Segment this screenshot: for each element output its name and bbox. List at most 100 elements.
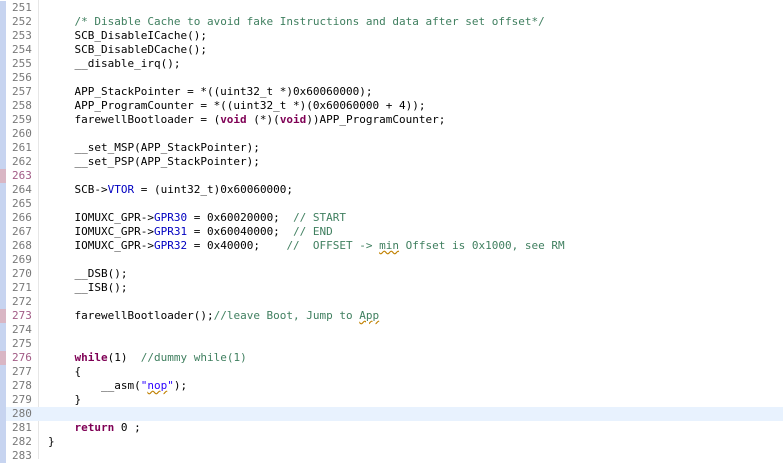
line-number: 271 (12, 281, 32, 294)
line-code[interactable]: } (48, 435, 55, 449)
code-line[interactable]: 274 (0, 323, 783, 337)
code-line[interactable]: 273 farewellBootloader();//leave Boot, J… (0, 309, 783, 323)
code-token: IOMUXC_GPR-> (48, 225, 154, 238)
code-line[interactable]: 262 __set_PSP(APP_StackPointer); (0, 155, 783, 169)
line-code[interactable]: __ISB(); (48, 281, 127, 295)
code-line[interactable]: 257 APP_StackPointer = *((uint32_t *)0x6… (0, 85, 783, 99)
code-line[interactable]: 266 IOMUXC_GPR->GPR30 = 0x60020000; // S… (0, 211, 783, 225)
code-token: SCB_DisableICache(); (48, 29, 207, 42)
code-line[interactable]: 261 __set_MSP(APP_StackPointer); (0, 141, 783, 155)
comment-token: Offset is 0x1000, see RM (399, 239, 565, 252)
line-code[interactable]: IOMUXC_GPR->GPR32 = 0x40000; // OFFSET -… (48, 239, 565, 253)
line-number: 283 (12, 449, 32, 462)
line-code[interactable]: __disable_irq(); (48, 57, 180, 71)
line-number: 277 (12, 365, 32, 378)
code-line[interactable]: 269 (0, 253, 783, 267)
code-token: } (48, 435, 55, 448)
change-marker (0, 267, 6, 281)
code-token: IOMUXC_GPR-> (48, 211, 154, 224)
code-line[interactable]: 259 farewellBootloader = (void (*)(void)… (0, 113, 783, 127)
keyword-token: void (220, 113, 247, 126)
code-line[interactable]: 258 APP_ProgramCounter = *((uint32_t *)(… (0, 99, 783, 113)
code-line[interactable]: 271 __ISB(); (0, 281, 783, 295)
line-number: 273 (12, 309, 32, 322)
member-token: VTOR (107, 183, 135, 196)
code-line[interactable]: 280 (0, 407, 783, 421)
change-marker (0, 113, 6, 127)
code-line[interactable]: 279 } (0, 393, 783, 407)
line-number: 262 (12, 155, 32, 168)
line-number: 261 (12, 141, 32, 154)
code-line[interactable]: 281 return 0 ; (0, 421, 783, 435)
change-marker (0, 225, 6, 239)
code-token: (*)( (246, 113, 280, 126)
code-editor[interactable]: 251 252 /* Disable Cache to avoid fake In… (0, 0, 783, 463)
code-line[interactable]: 264 SCB->VTOR = (uint32_t)0x60060000; (0, 183, 783, 197)
comment-token: //leave Boot, Jump to (213, 309, 360, 322)
line-code[interactable]: SCB_DisableDCache(); (48, 43, 207, 57)
misspelled-word: nop (147, 379, 168, 392)
line-code[interactable]: /* Disable Cache to avoid fake Instructi… (48, 15, 545, 29)
line-code[interactable]: { (48, 365, 81, 379)
line-code[interactable]: APP_ProgramCounter = *((uint32_t *)(0x60… (48, 99, 425, 113)
code-line[interactable]: 283 (0, 449, 783, 463)
code-line[interactable]: 253 SCB_DisableICache(); (0, 29, 783, 43)
code-line[interactable]: 263 (0, 169, 783, 183)
line-code[interactable]: } (48, 393, 81, 407)
code-line[interactable]: 278 __asm("nop"); (0, 379, 783, 393)
line-code[interactable]: SCB->VTOR = (uint32_t)0x60060000; (48, 183, 293, 197)
line-number: 281 (12, 421, 32, 434)
line-number: 259 (12, 113, 32, 126)
code-line[interactable]: 270 __DSB(); (0, 267, 783, 281)
line-number: 265 (12, 197, 32, 210)
code-line[interactable]: 276 while(1) //dummy while(1) (0, 351, 783, 365)
code-token: __set_PSP(APP_StackPointer); (48, 155, 260, 168)
code-line[interactable]: 260 (0, 127, 783, 141)
code-token: SCB_DisableDCache(); (48, 43, 207, 56)
code-line[interactable]: 252 /* Disable Cache to avoid fake Instr… (0, 15, 783, 29)
line-number: 279 (12, 393, 32, 406)
comment-token: //dummy while(1) (140, 351, 247, 364)
line-code[interactable]: __asm("nop"); (48, 379, 187, 393)
code-token: ); (173, 379, 188, 392)
line-number: 264 (12, 183, 32, 196)
code-line[interactable]: 272 (0, 295, 783, 309)
line-code[interactable]: farewellBootloader = (void (*)(void))APP… (48, 113, 445, 127)
change-marker (0, 85, 6, 99)
code-line[interactable]: 282} (0, 435, 783, 449)
code-line[interactable]: 268 IOMUXC_GPR->GPR32 = 0x40000; // OFFS… (0, 239, 783, 253)
change-marker (0, 57, 6, 71)
comment-token: // START (293, 211, 347, 224)
line-code[interactable]: SCB_DisableICache(); (48, 29, 207, 43)
line-code[interactable]: APP_StackPointer = *((uint32_t *)0x60060… (48, 85, 372, 99)
change-marker (0, 281, 6, 295)
keyword-token: while (74, 351, 108, 364)
change-marker (0, 449, 6, 463)
line-code[interactable]: __set_PSP(APP_StackPointer); (48, 155, 260, 169)
line-number: 252 (12, 15, 32, 28)
code-line[interactable]: 251 (0, 1, 783, 15)
line-code[interactable]: IOMUXC_GPR->GPR30 = 0x60020000; // START (48, 211, 346, 225)
line-code[interactable]: return 0 ; (48, 421, 141, 435)
line-number: 260 (12, 127, 32, 140)
code-line[interactable]: 275 (0, 337, 783, 351)
code-line[interactable]: 277 { (0, 365, 783, 379)
misspelled-word: min (379, 239, 400, 252)
member-token: GPR31 (153, 225, 188, 238)
code-line[interactable]: 265 (0, 197, 783, 211)
code-line[interactable]: 255 __disable_irq(); (0, 57, 783, 71)
line-code[interactable]: IOMUXC_GPR->GPR31 = 0x60040000; // END (48, 225, 332, 239)
code-token: __disable_irq(); (48, 57, 181, 70)
change-marker (0, 253, 6, 267)
line-code[interactable]: __DSB(); (48, 267, 127, 281)
code-line[interactable]: 254 SCB_DisableDCache(); (0, 43, 783, 57)
code-token: 0 ; (114, 421, 141, 434)
code-line[interactable]: 256 (0, 71, 783, 85)
change-marker (0, 379, 6, 393)
line-code[interactable]: __set_MSP(APP_StackPointer); (48, 141, 259, 155)
code-line[interactable]: 267 IOMUXC_GPR->GPR31 = 0x60040000; // E… (0, 225, 783, 239)
line-code[interactable]: farewellBootloader();//leave Boot, Jump … (48, 309, 379, 323)
line-code[interactable]: while(1) //dummy while(1) (48, 351, 247, 365)
code-token: SCB-> (48, 183, 108, 196)
